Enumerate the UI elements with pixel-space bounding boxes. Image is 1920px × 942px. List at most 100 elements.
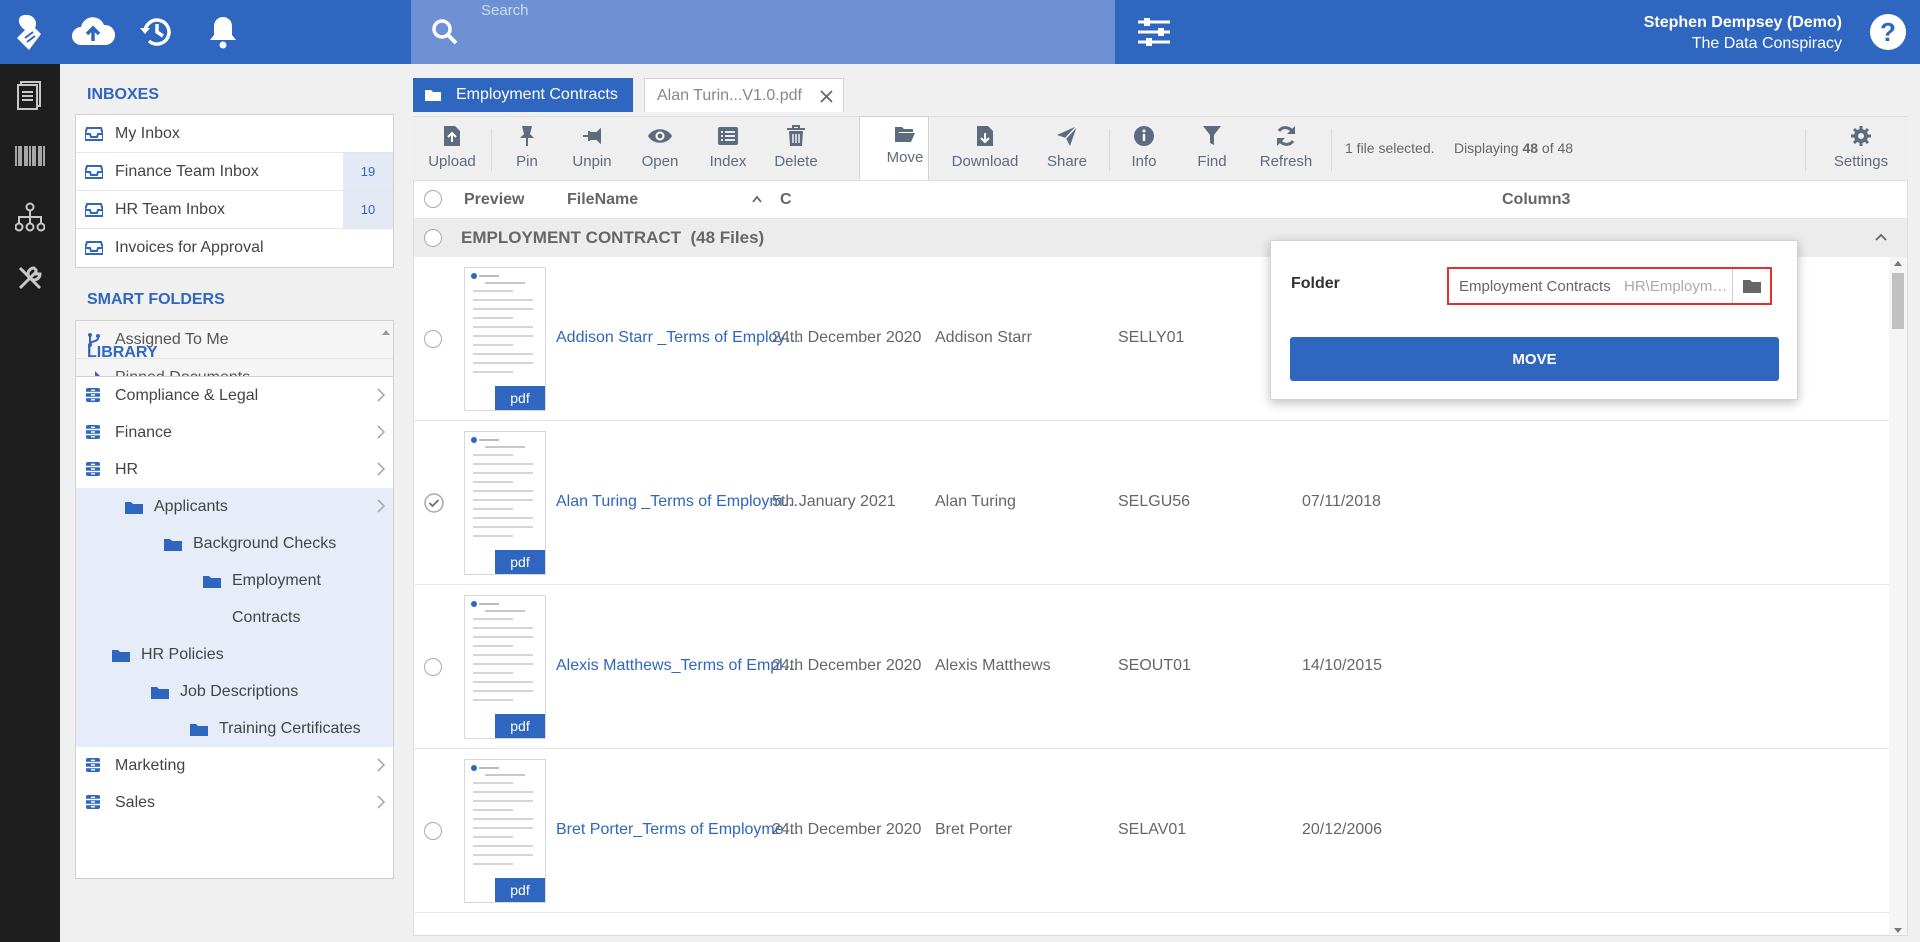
select-all-radio[interactable] bbox=[424, 190, 442, 208]
notifications-bell-icon[interactable] bbox=[198, 8, 248, 56]
library-label: HR Policies bbox=[141, 645, 224, 663]
library-item-marketing[interactable]: Marketing bbox=[76, 747, 393, 784]
column-header-c[interactable]: C bbox=[780, 191, 792, 209]
move-label: Move bbox=[886, 149, 924, 166]
smart-folders-heading: SMART FOLDERS bbox=[87, 291, 225, 308]
documents-icon[interactable] bbox=[0, 64, 60, 125]
table-row[interactable]: pdf Alan Turing _Terms of Employment.pdf 5… bbox=[414, 421, 1891, 585]
library-item-hr-policies[interactable]: HR Policies bbox=[76, 636, 393, 673]
collapse-chevron-icon[interactable] bbox=[1875, 233, 1887, 241]
row-select-radio[interactable] bbox=[424, 822, 442, 840]
group-select-radio[interactable] bbox=[424, 229, 442, 247]
help-icon[interactable]: ? bbox=[1870, 14, 1906, 50]
document-preview-thumbnail[interactable]: pdf bbox=[464, 267, 546, 411]
delete-button[interactable]: Delete bbox=[771, 117, 821, 181]
browse-folder-button[interactable] bbox=[1732, 269, 1770, 303]
cloud-upload-icon[interactable] bbox=[68, 8, 118, 56]
sort-ascending-icon[interactable] bbox=[752, 195, 762, 203]
barcode-icon[interactable] bbox=[0, 125, 60, 186]
history-icon[interactable] bbox=[132, 8, 182, 56]
employee-code: SELLY01 bbox=[1118, 329, 1185, 346]
inboxes-list: My Inbox Finance Team Inbox 19 HR Team I… bbox=[75, 114, 394, 268]
library-item-compliance-legal[interactable]: Compliance & Legal bbox=[76, 377, 393, 414]
document-date: 24th December 2020 bbox=[772, 821, 922, 838]
settings-button[interactable]: Settings bbox=[1828, 117, 1894, 181]
grid-scrollbar[interactable] bbox=[1889, 257, 1907, 935]
document-preview-thumbnail[interactable]: pdf bbox=[464, 431, 546, 575]
group-title: EMPLOYMENT CONTRACT (48 Files) bbox=[461, 228, 764, 248]
index-button[interactable]: Index bbox=[703, 117, 753, 181]
library-item-employment-contracts[interactable]: Employment bbox=[76, 562, 393, 599]
file-name-link[interactable]: Alan Turing _Terms of Employment.pdf bbox=[556, 493, 806, 511]
inbox-item-finance-team[interactable]: Finance Team Inbox 19 bbox=[76, 153, 393, 191]
inbox-label: Finance Team Inbox bbox=[115, 162, 259, 180]
file-name-link[interactable]: Addison Starr _Terms of Employment.pdf bbox=[556, 329, 806, 347]
pdf-badge: pdf bbox=[495, 550, 545, 574]
document-date: 24th December 2020 bbox=[772, 657, 922, 674]
pin-button[interactable]: Pin bbox=[507, 117, 547, 181]
library-item-finance[interactable]: Finance bbox=[76, 414, 393, 451]
filter-settings-icon[interactable] bbox=[1127, 10, 1181, 54]
inbox-item-my-inbox[interactable]: My Inbox bbox=[76, 115, 393, 153]
library-item-employment-contracts-wrap[interactable]: Contracts bbox=[76, 599, 393, 636]
unpin-button[interactable]: Unpin bbox=[567, 117, 617, 181]
inbox-icon bbox=[85, 202, 103, 218]
download-button[interactable]: Download bbox=[945, 117, 1025, 181]
library-item-sales[interactable]: Sales bbox=[76, 784, 393, 821]
column-header-filename[interactable]: FileName bbox=[567, 191, 638, 209]
row-select-radio[interactable] bbox=[424, 658, 442, 676]
info-button[interactable]: Info bbox=[1119, 117, 1169, 181]
file-name-link[interactable]: Alexis Matthews_Terms of Employment.pdf bbox=[556, 657, 806, 675]
folder-name: Employment Contracts bbox=[1459, 278, 1611, 295]
open-button[interactable]: Open bbox=[635, 117, 685, 181]
document-preview-thumbnail[interactable]: pdf bbox=[464, 759, 546, 903]
library-heading: LIBRARY bbox=[87, 344, 158, 361]
find-button[interactable]: Find bbox=[1187, 117, 1237, 181]
library-item-job-descriptions[interactable]: Job Descriptions bbox=[76, 673, 393, 710]
unpin-icon bbox=[583, 127, 601, 145]
tab-document[interactable]: Alan Turin...V1.0.pdf bbox=[644, 78, 844, 112]
library-label: Employment bbox=[232, 571, 321, 589]
inbox-label: Invoices for Approval bbox=[115, 239, 264, 256]
library-item-training-certificates[interactable]: Training Certificates bbox=[76, 710, 393, 747]
displaying-prefix: Displaying bbox=[1453, 140, 1519, 156]
move-button[interactable]: Move bbox=[875, 117, 935, 181]
scroll-up-icon[interactable] bbox=[1893, 259, 1903, 267]
file-name-link[interactable]: Bret Porter_Terms of Employment.pdf bbox=[556, 821, 806, 839]
tools-icon[interactable] bbox=[0, 247, 60, 308]
table-row[interactable]: pdf Bret Porter_Terms of Employment.pdf 24… bbox=[414, 749, 1891, 913]
search-bar[interactable]: Search bbox=[411, 0, 1115, 64]
tab-employment-contracts[interactable]: Employment Contracts bbox=[413, 78, 633, 112]
library-item-hr[interactable]: HR bbox=[76, 451, 393, 488]
library-label: Background Checks bbox=[193, 534, 337, 552]
refresh-button[interactable]: Refresh bbox=[1253, 117, 1319, 181]
library-item-applicants[interactable]: Applicants bbox=[76, 488, 393, 525]
user-info[interactable]: Stephen Dempsey (Demo) The Data Conspira… bbox=[1644, 14, 1842, 53]
upload-button[interactable]: Upload bbox=[427, 117, 477, 181]
inbox-item-hr-team[interactable]: HR Team Inbox 10 bbox=[76, 191, 393, 229]
move-confirm-button[interactable]: MOVE bbox=[1290, 337, 1779, 381]
scroll-down-icon[interactable] bbox=[1893, 927, 1903, 935]
close-icon[interactable] bbox=[820, 90, 833, 103]
column-header-column3[interactable]: Column3 bbox=[1502, 191, 1570, 209]
share-button[interactable]: Share bbox=[1037, 117, 1097, 181]
table-row[interactable]: pdf Alexis Matthews_Terms of Employment.p… bbox=[414, 585, 1891, 749]
employee-name: Bret Porter bbox=[935, 821, 1013, 838]
document-preview-thumbnail[interactable]: pdf bbox=[464, 595, 546, 739]
pdf-badge: pdf bbox=[495, 386, 545, 410]
upload-icon bbox=[444, 126, 460, 146]
row-selected-check-icon[interactable] bbox=[424, 493, 444, 513]
row-select-radio[interactable] bbox=[424, 330, 442, 348]
destination-folder-field[interactable]: Employment Contracts HR\Employment Contr… bbox=[1447, 267, 1772, 305]
scrollbar-thumb[interactable] bbox=[1892, 273, 1904, 329]
column-header-preview[interactable]: Preview bbox=[464, 191, 524, 209]
app-logo[interactable] bbox=[0, 0, 60, 64]
chevron-right-icon bbox=[377, 758, 385, 772]
inbox-item-invoices-approval[interactable]: Invoices for Approval bbox=[76, 229, 393, 267]
organization-name: The Data Conspiracy bbox=[1691, 35, 1842, 52]
search-input[interactable]: Search bbox=[481, 2, 529, 19]
document-date: 24th December 2020 bbox=[772, 329, 922, 346]
library-item-background-checks[interactable]: Background Checks bbox=[76, 525, 393, 562]
hierarchy-icon[interactable] bbox=[0, 186, 60, 247]
library-label: Marketing bbox=[115, 756, 186, 774]
